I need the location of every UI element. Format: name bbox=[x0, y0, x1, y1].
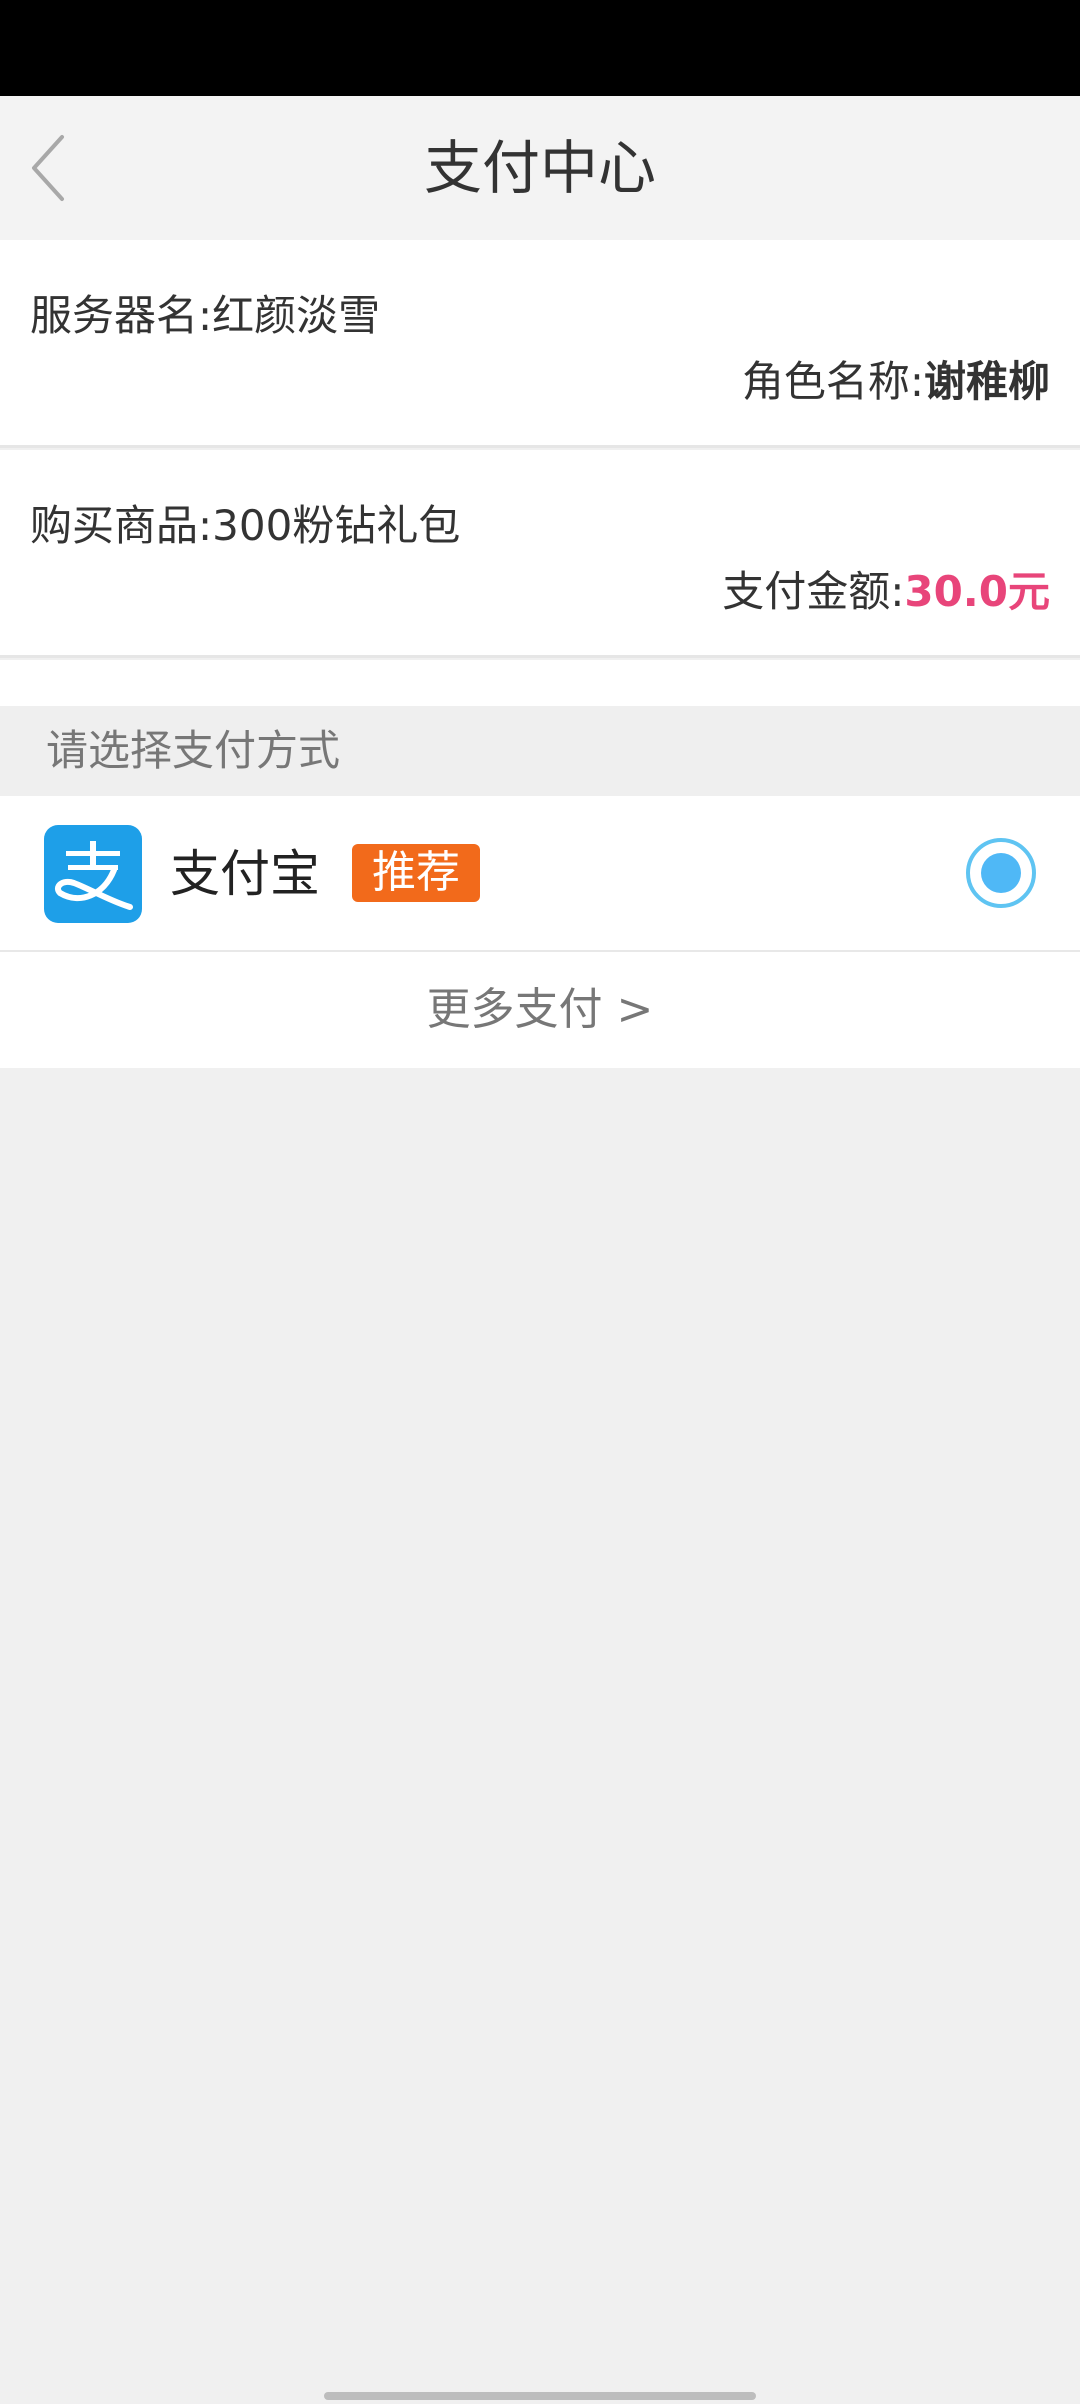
payment-amount: 支付金额:30.0元 bbox=[722, 558, 1050, 619]
more-payment-button[interactable]: 更多支付 > bbox=[0, 952, 1080, 1068]
product-value: 300粉钻礼包 bbox=[212, 501, 461, 550]
server-name: 服务器名:红颜淡雪 bbox=[30, 282, 380, 343]
server-role-block: 服务器名:红颜淡雪 角色名称:谢稚柳 bbox=[0, 240, 1080, 448]
product-amount-block: 购买商品:300粉钻礼包 支付金额:30.0元 bbox=[0, 450, 1080, 658]
payment-method-alipay[interactable]: 支付宝 推荐 bbox=[0, 796, 1080, 952]
server-label: 服务器名: bbox=[30, 291, 213, 340]
chevron-left-icon bbox=[32, 135, 64, 201]
alipay-icon bbox=[44, 825, 142, 923]
status-bar bbox=[0, 0, 1080, 96]
product-name: 购买商品:300粉钻礼包 bbox=[30, 492, 460, 553]
server-value: 红颜淡雪 bbox=[212, 291, 381, 340]
header: 支付中心 bbox=[0, 96, 1080, 240]
product-label: 购买商品: bbox=[30, 501, 213, 550]
amount-label: 支付金额: bbox=[722, 567, 905, 616]
page-title: 支付中心 bbox=[423, 134, 656, 202]
home-indicator[interactable] bbox=[324, 2392, 756, 2400]
recommend-badge: 推荐 bbox=[352, 844, 480, 902]
role-name: 角色名称:谢稚柳 bbox=[742, 348, 1050, 409]
payment-section-label: 请选择支付方式 bbox=[0, 706, 1080, 796]
back-button[interactable] bbox=[18, 126, 78, 210]
radio-dot-icon bbox=[981, 853, 1021, 893]
role-value: 谢稚柳 bbox=[923, 357, 1050, 406]
amount-value: 30.0元 bbox=[904, 567, 1050, 616]
payment-method-name: 支付宝 bbox=[170, 845, 320, 903]
payment-radio-selected[interactable] bbox=[966, 838, 1036, 908]
role-label: 角色名称: bbox=[741, 357, 924, 406]
spacer bbox=[0, 660, 1080, 706]
